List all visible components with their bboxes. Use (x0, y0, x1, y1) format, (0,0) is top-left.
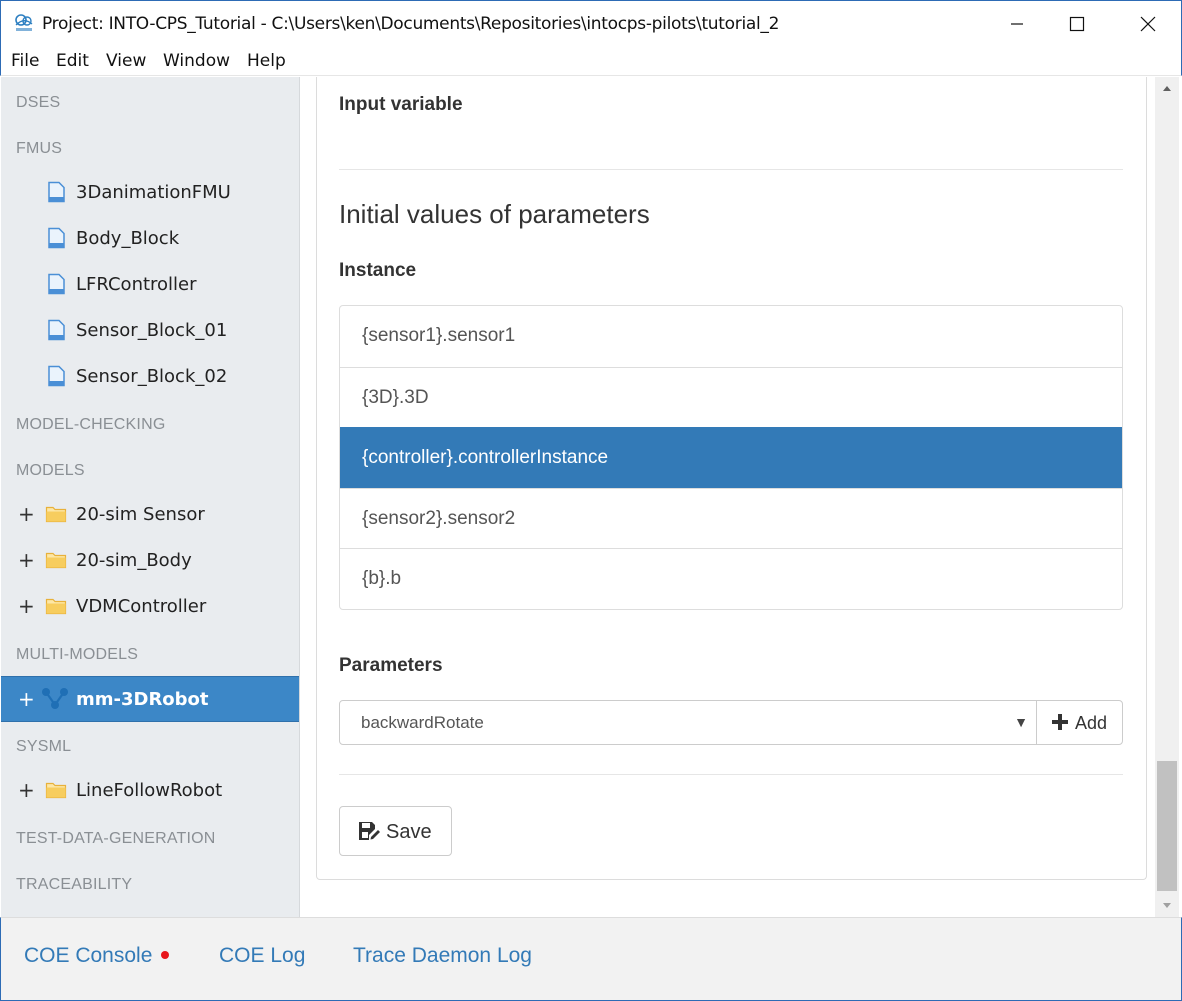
folder-icon (45, 552, 67, 569)
file-icon (48, 227, 65, 249)
folder-icon (45, 506, 67, 523)
instance-heading: Instance (339, 260, 417, 281)
file-icon (48, 181, 65, 203)
window-title: Project: INTO-CPS_Tutorial - C:\Users\ke… (42, 14, 780, 34)
initial-values-title: Initial values of parameters (339, 199, 650, 229)
add-button-label: Add (1075, 713, 1108, 733)
sidebar-item-label: LineFollowRobot (76, 780, 223, 801)
sidebar-item-label: Body_Block (76, 228, 180, 249)
menu-file[interactable]: File (11, 51, 39, 71)
minimize-button[interactable] (994, 1, 1040, 47)
sidebar-item-sensor-block-01[interactable]: Sensor_Block_01 (1, 308, 299, 352)
sidebar-item-sensor-block-02[interactable]: Sensor_Block_02 (1, 354, 299, 398)
file-icon (48, 273, 65, 295)
instance-list: {sensor1}.sensor1 {3D}.3D {controller}.c… (339, 305, 1123, 610)
menu-edit[interactable]: Edit (56, 51, 89, 71)
sidebar-item-body-block[interactable]: Body_Block (1, 216, 299, 260)
add-parameter-button[interactable]: Add (1036, 700, 1123, 745)
sidebar-item-mm-3drobot[interactable]: + mm-3DRobot (1, 676, 299, 722)
sidebar-item-label: mm-3DRobot (76, 689, 209, 710)
folder-icon (45, 782, 67, 799)
section-sysml[interactable]: SYSML (16, 738, 71, 756)
section-test-data-generation[interactable]: TEST-DATA-GENERATION (16, 830, 216, 848)
parameter-select[interactable]: backwardRotate ▼ (339, 700, 1037, 745)
instance-item-sensor1[interactable]: {sensor1}.sensor1 (340, 306, 1122, 367)
expand-icon[interactable]: + (18, 594, 35, 618)
maximize-icon (1069, 16, 1085, 32)
instance-item-controller[interactable]: {controller}.controllerInstance (340, 427, 1122, 488)
save-edit-icon (359, 822, 380, 840)
folder-icon (45, 598, 67, 615)
close-button[interactable] (1125, 1, 1171, 47)
sidebar-item-lfrcontroller[interactable]: LFRController (1, 262, 299, 306)
into-cps-logo-icon (15, 14, 33, 31)
section-fmus[interactable]: FMUS (16, 140, 62, 158)
sidebar-item-label: 3DanimationFMU (76, 182, 231, 203)
parameters-heading: Parameters (339, 655, 443, 676)
menu-window[interactable]: Window (163, 51, 230, 71)
close-icon (1140, 16, 1156, 32)
main-content: Input variable Initial values of paramet… (301, 77, 1155, 917)
multi-model-icon (42, 688, 68, 709)
expand-icon[interactable]: + (18, 502, 35, 526)
scroll-thumb[interactable] (1157, 761, 1177, 891)
expand-icon[interactable]: + (18, 778, 35, 802)
multi-model-config-panel: Input variable Initial values of paramet… (316, 77, 1147, 880)
sidebar-item-label: Sensor_Block_01 (76, 320, 228, 341)
title-bar: Project: INTO-CPS_Tutorial - C:\Users\ke… (0, 0, 1182, 46)
sidebar-item-3danimationfmu[interactable]: 3DanimationFMU (1, 170, 299, 214)
sidebar-item-20sim-body[interactable]: + 20-sim_Body (1, 538, 299, 582)
project-sidebar: DSES FMUS 3DanimationFMU Body_Block LFRC… (1, 77, 300, 917)
section-model-checking[interactable]: MODEL-CHECKING (16, 416, 165, 434)
divider (339, 774, 1123, 775)
instance-item-3d[interactable]: {3D}.3D (340, 366, 1122, 428)
sidebar-item-label: 20-sim Sensor (76, 504, 205, 525)
vertical-scrollbar[interactable] (1155, 77, 1179, 917)
file-icon (48, 365, 65, 387)
arrow-down-icon (1163, 903, 1171, 908)
section-multi-models[interactable]: MULTI-MODELS (16, 646, 138, 664)
expand-icon[interactable]: + (18, 548, 35, 572)
menu-help[interactable]: Help (247, 51, 286, 71)
coe-console-link[interactable]: COE Console (24, 944, 170, 968)
plus-icon (1052, 714, 1068, 730)
sidebar-item-20sim-sensor[interactable]: + 20-sim Sensor (1, 492, 299, 536)
scroll-up-button[interactable] (1155, 77, 1179, 101)
arrow-up-icon (1163, 86, 1171, 91)
bottom-panel-bar: COE Console COE Log Trace Daemon Log (0, 917, 1182, 1001)
sidebar-item-vdmcontroller[interactable]: + VDMController (1, 584, 299, 628)
divider (339, 169, 1123, 170)
trace-daemon-log-link[interactable]: Trace Daemon Log (353, 944, 532, 968)
sidebar-item-linefollowrobot[interactable]: + LineFollowRobot (1, 768, 299, 812)
menu-bar: File Edit View Window Help (0, 46, 1182, 76)
coe-log-link[interactable]: COE Log (219, 944, 305, 968)
maximize-button[interactable] (1054, 1, 1100, 47)
sidebar-item-label: LFRController (76, 274, 197, 295)
section-models[interactable]: MODELS (16, 462, 85, 480)
instance-item-b[interactable]: {b}.b (340, 548, 1122, 609)
expand-icon[interactable]: + (18, 687, 35, 711)
menu-view[interactable]: View (106, 51, 146, 71)
input-variable-heading: Input variable (339, 94, 463, 115)
section-dses[interactable]: DSES (16, 94, 60, 112)
sidebar-item-label: Sensor_Block_02 (76, 366, 228, 387)
coe-console-label: COE Console (24, 944, 153, 967)
instance-item-sensor2[interactable]: {sensor2}.sensor2 (340, 487, 1122, 549)
section-traceability[interactable]: TRACEABILITY (16, 876, 132, 894)
save-button-label: Save (386, 821, 432, 843)
sidebar-item-label: VDMController (76, 596, 207, 617)
save-button[interactable]: Save (339, 806, 452, 856)
scroll-down-button[interactable] (1155, 893, 1179, 917)
status-dot-icon (161, 951, 170, 960)
sidebar-item-label: 20-sim_Body (76, 550, 192, 571)
dropdown-caret-icon: ▼ (1014, 714, 1028, 730)
minimize-icon (1011, 23, 1023, 25)
file-icon (48, 319, 65, 341)
parameter-select-value: backwardRotate (361, 713, 484, 732)
